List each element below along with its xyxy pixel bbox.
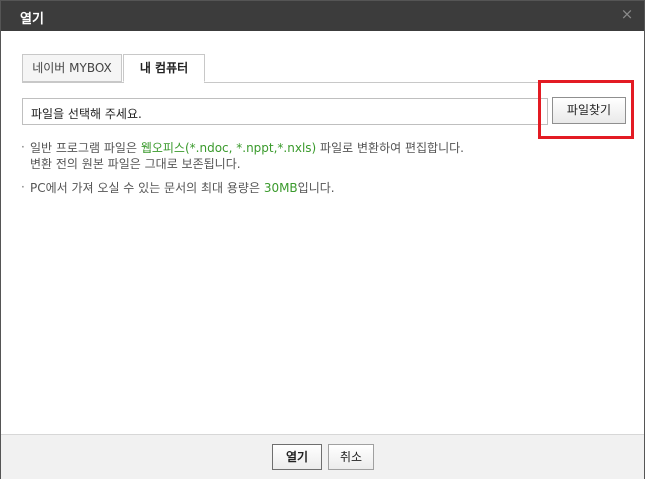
dialog-titlebar: 열기 ×: [1, 1, 644, 31]
note1-pre: 일반 프로그램 파일은: [30, 141, 141, 155]
note1-formats: 웹오피스(*.ndoc, *.nppt,*.nxls): [140, 141, 317, 155]
tab-mybox[interactable]: 네이버 MYBOX: [22, 54, 122, 82]
bullet-icon: ·: [21, 180, 25, 194]
note1-line2: 변환 전의 원본 파일은 그대로 보존됩니다.: [30, 157, 241, 171]
note2-size: 30MB: [263, 181, 298, 195]
dialog-footer: 열기 취소: [1, 434, 644, 479]
open-button[interactable]: 열기: [272, 444, 322, 470]
open-file-dialog: 열기 × 네이버 MYBOX 내 컴퓨터 파일을 선택해 주세요. 파일찾기 ·…: [0, 0, 645, 479]
note2-post: 입니다.: [297, 181, 335, 195]
dialog-title: 열기: [20, 12, 44, 27]
bullet-icon: ·: [21, 140, 25, 154]
notes: · 일반 프로그램 파일은 웹오피스(*.ndoc, *.nppt,*.nxls…: [21, 140, 464, 204]
note2-pre: PC에서 가져 오실 수 있는 문서의 최대 용량은: [30, 181, 264, 195]
tab-my-computer[interactable]: 내 컴퓨터: [123, 54, 205, 82]
browse-highlight-box: [538, 80, 634, 139]
note1-post: 파일로 변환하여 편집합니다.: [316, 141, 464, 155]
selected-file-field[interactable]: 파일을 선택해 주세요.: [22, 98, 548, 125]
cancel-button[interactable]: 취소: [328, 444, 374, 470]
tab-divider-gap: [124, 82, 204, 83]
note-max-size: · PC에서 가져 오실 수 있는 문서의 최대 용량은 30MB입니다.: [21, 180, 464, 196]
note-conversion: · 일반 프로그램 파일은 웹오피스(*.ndoc, *.nppt,*.nxls…: [21, 140, 464, 172]
close-icon[interactable]: ×: [620, 7, 634, 22]
